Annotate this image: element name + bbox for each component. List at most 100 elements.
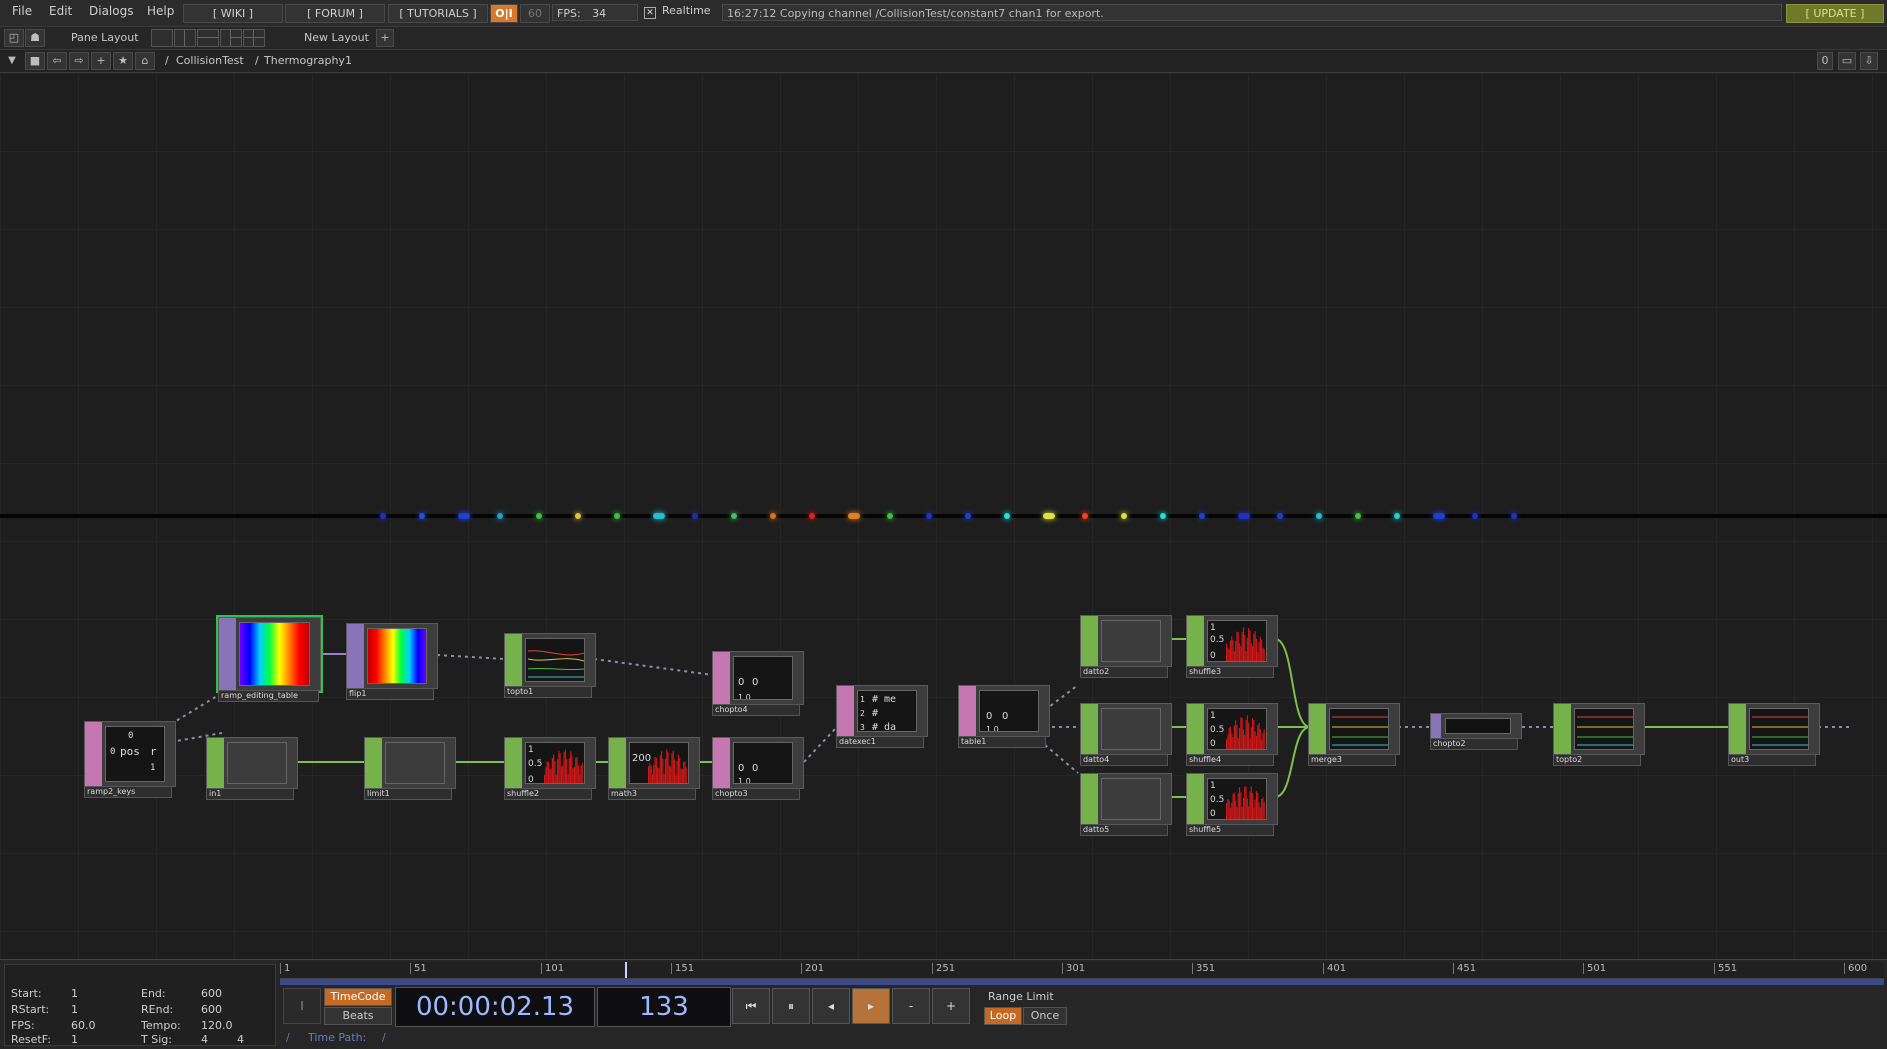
node-topto1[interactable]: topto1 <box>504 633 596 701</box>
node-datto5[interactable]: datto5 <box>1080 773 1172 853</box>
fps-value[interactable]: 60.0 <box>71 1019 96 1032</box>
status-message: 16:27:12 Copying channel /CollisionTest/… <box>722 4 1782 21</box>
node-merge3[interactable]: merge3 <box>1308 703 1400 783</box>
node-table1[interactable]: 0 0 1 0 table1 <box>958 685 1050 765</box>
code-text: # da <box>872 722 897 732</box>
bar <box>675 774 677 783</box>
wire <box>593 658 714 676</box>
beats-button[interactable]: Beats <box>324 1007 392 1025</box>
node-flip1[interactable]: flip1 <box>346 623 438 703</box>
forward-icon[interactable]: ⇨ <box>69 52 89 70</box>
loop-button[interactable]: Loop <box>984 1007 1022 1025</box>
step-plus-button[interactable]: + <box>932 988 970 1024</box>
bar-preview: 1 0.5 0 <box>1207 778 1267 820</box>
menu-help[interactable]: Help <box>147 4 174 18</box>
pane-split-icon[interactable]: ◰ <box>4 29 24 47</box>
star-icon[interactable]: ★ <box>113 52 133 70</box>
timecode-display[interactable]: 00:00:02.13 <box>395 987 595 1027</box>
path-thermography1[interactable]: Thermography1 <box>264 54 352 67</box>
add-layout-button[interactable]: + <box>376 29 394 47</box>
bar <box>1249 791 1251 819</box>
timecode-button[interactable]: TimeCode <box>324 988 392 1006</box>
tutorials-link[interactable]: [ TUTORIALS ] <box>388 4 488 23</box>
node-chopto4[interactable]: 0 0 1 0 chopto4 <box>712 651 804 719</box>
maximize-icon[interactable]: ▭ <box>1838 52 1856 70</box>
forum-link[interactable]: [ FORUM ] <box>285 4 385 23</box>
menu-edit[interactable]: Edit <box>49 4 72 18</box>
realtime-checkbox[interactable]: ✕ <box>644 7 656 19</box>
node-shuffle4[interactable]: 1 0.5 0 shuffle4 <box>1186 703 1278 783</box>
time-path-value[interactable]: / <box>382 1031 386 1044</box>
node-datto4[interactable]: datto4 <box>1080 703 1172 783</box>
node-datexec1[interactable]: 1 # me 2 # 3 # da datexec1 <box>836 685 928 765</box>
tsig-b[interactable]: 4 <box>237 1033 244 1046</box>
layout-quad-icon[interactable] <box>243 29 265 47</box>
node-math3[interactable]: 200 math3 <box>608 737 700 817</box>
start-value[interactable]: 1 <box>71 987 78 1000</box>
layout-single-icon[interactable] <box>151 29 173 47</box>
home-icon[interactable]: ⌂ <box>135 52 155 70</box>
resetf-value[interactable]: 1 <box>71 1033 78 1046</box>
key-icon[interactable]: I <box>283 988 321 1024</box>
once-button[interactable]: Once <box>1023 1007 1067 1025</box>
menu-file[interactable]: File <box>12 4 32 18</box>
node-shuffle2[interactable]: 1 0.5 0 shuffle2 <box>504 737 596 817</box>
tempo-value[interactable]: 120.0 <box>201 1019 233 1032</box>
node-ramp2-keys[interactable]: 0 0 pos r 1 ramp2_keys <box>84 721 176 798</box>
rstart-value[interactable]: 1 <box>71 1003 78 1016</box>
network-editor[interactable]: 0 0 pos r 1 ramp2_keys ramp_editing_tabl… <box>0 73 1887 959</box>
bar <box>653 764 655 783</box>
timeline-ruler[interactable]: 1 51 101 151 201 251 301 351 401 451 501 551 600 <box>280 962 1884 979</box>
node-in1[interactable]: in1 <box>206 737 298 817</box>
pin-icon[interactable]: ⇩ <box>1860 52 1878 70</box>
rend-value[interactable]: 600 <box>201 1003 222 1016</box>
step-back-icon[interactable]: ◂ <box>812 988 850 1024</box>
new-layout-label[interactable]: New Layout <box>304 31 369 44</box>
pane-type-icon[interactable]: ☗ <box>25 29 45 47</box>
path-root[interactable]: / <box>165 54 169 67</box>
update-button[interactable]: [ UPDATE ] <box>1786 4 1884 23</box>
wiki-link[interactable]: [ WIKI ] <box>183 4 283 23</box>
node-limit1[interactable]: limit1 <box>364 737 456 817</box>
cell-text: pos <box>120 745 140 758</box>
stop-icon[interactable]: ■ <box>25 52 45 70</box>
add-icon[interactable]: + <box>91 52 111 70</box>
cell-text: 0 <box>752 677 759 688</box>
node-shuffle3[interactable]: 1 0.5 0 shuffle3 <box>1186 615 1278 695</box>
node-chopto2[interactable]: chopto2 <box>1430 713 1522 783</box>
rewind-icon[interactable]: ⏮ <box>732 988 770 1024</box>
node-label: topto2 <box>1553 754 1641 766</box>
menu-dialogs[interactable]: Dialogs <box>89 4 133 18</box>
back-icon[interactable]: ⇦ <box>47 52 67 70</box>
frame-display[interactable]: 133 <box>597 987 731 1027</box>
dropdown-arrow-icon[interactable]: ▼ <box>4 53 20 69</box>
node-shuffle5[interactable]: 1 0.5 0 shuffle5 <box>1186 773 1278 853</box>
playhead[interactable] <box>625 962 627 978</box>
bar <box>547 761 549 783</box>
bar <box>570 751 572 783</box>
step-minus-button[interactable]: - <box>892 988 930 1024</box>
bar <box>566 759 568 783</box>
bar <box>1233 792 1235 819</box>
layout-vsplit-icon[interactable] <box>174 29 196 47</box>
bar <box>1263 802 1265 819</box>
tsig-a[interactable]: 4 <box>201 1033 208 1046</box>
pause-icon[interactable]: ⏸ <box>772 988 810 1024</box>
node-topto2[interactable]: topto2 <box>1553 703 1645 783</box>
timeline-tick: 101 <box>541 963 564 974</box>
bar <box>1261 739 1263 749</box>
node-ramp-editing-table[interactable]: ramp_editing_table <box>216 615 323 705</box>
layout-tri-icon[interactable] <box>220 29 242 47</box>
timeline-range-bar[interactable] <box>280 979 1884 985</box>
bar <box>1248 722 1250 749</box>
node-datto2[interactable]: datto2 <box>1080 615 1172 695</box>
fps-cap[interactable]: 60 <box>520 4 550 23</box>
node-chopto3[interactable]: 0 0 1 0 chopto3 <box>712 737 804 817</box>
path-collisiontest[interactable]: CollisionTest <box>176 54 244 67</box>
play-icon[interactable]: ▸ <box>852 988 890 1024</box>
node-out3[interactable]: out3 <box>1728 703 1820 783</box>
end-value[interactable]: 600 <box>201 987 222 1000</box>
layout-hsplit-icon[interactable] <box>197 29 219 47</box>
oi-toggle[interactable]: O|I <box>490 4 518 23</box>
bar <box>683 761 685 783</box>
